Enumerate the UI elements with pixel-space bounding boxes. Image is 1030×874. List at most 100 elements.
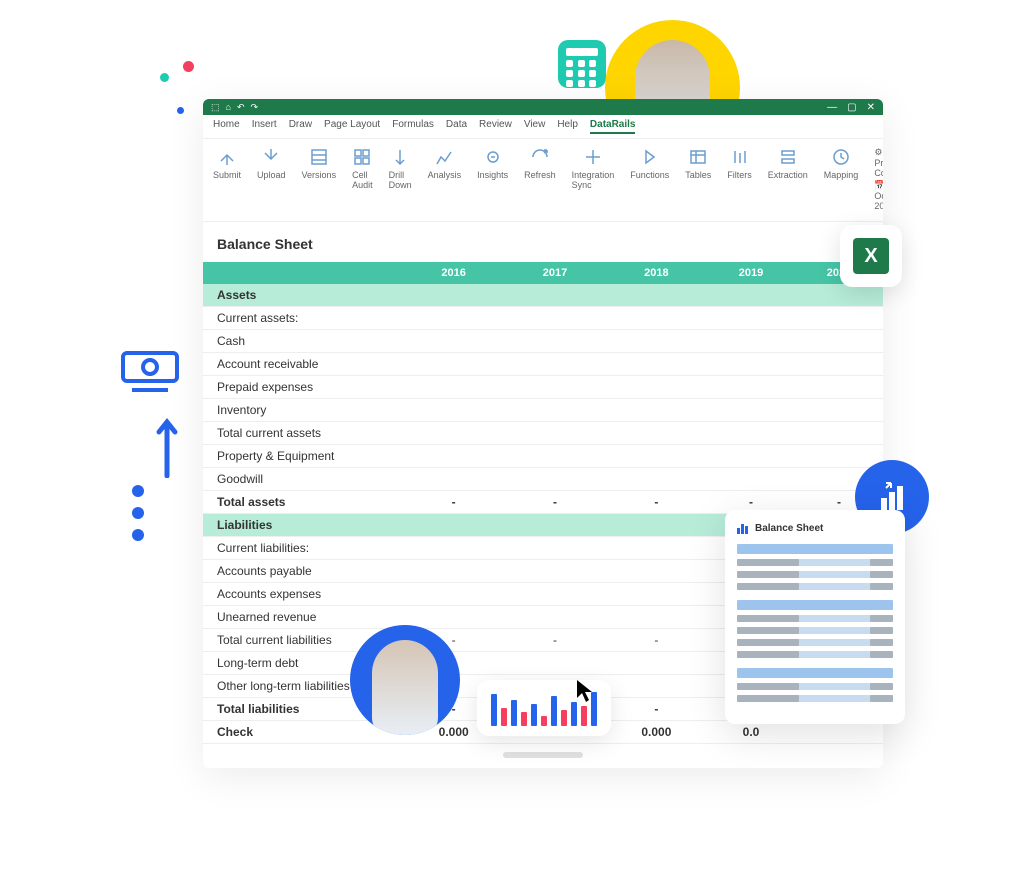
cell[interactable] (403, 560, 504, 583)
cell[interactable] (795, 353, 883, 376)
cell[interactable] (403, 583, 504, 606)
cell[interactable] (504, 353, 605, 376)
menu-home[interactable]: Home (213, 119, 240, 134)
cell[interactable] (707, 399, 795, 422)
cell[interactable] (606, 537, 707, 560)
table-row[interactable]: Current assets: (203, 307, 883, 330)
save-icon[interactable]: ⬚ (211, 102, 220, 113)
menu-review[interactable]: Review (479, 119, 512, 134)
table-row[interactable]: Goodwill (203, 468, 883, 491)
cell[interactable] (707, 307, 795, 330)
close-icon[interactable]: ✕ (867, 102, 875, 113)
table-row[interactable]: Account receivable (203, 353, 883, 376)
cell[interactable] (795, 445, 883, 468)
cell[interactable] (504, 284, 605, 307)
cell[interactable] (403, 353, 504, 376)
table-row[interactable]: Property & Equipment (203, 445, 883, 468)
cell[interactable] (606, 376, 707, 399)
cell[interactable] (707, 353, 795, 376)
ribbon-cell-audit[interactable]: Cell Audit (352, 147, 373, 213)
menu-view[interactable]: View (524, 119, 546, 134)
cell[interactable] (707, 330, 795, 353)
cell[interactable] (504, 583, 605, 606)
cell[interactable] (606, 422, 707, 445)
cell[interactable] (403, 284, 504, 307)
cell[interactable] (606, 652, 707, 675)
cell[interactable] (504, 468, 605, 491)
cell[interactable] (795, 284, 883, 307)
ribbon-mapping[interactable]: Mapping (824, 147, 859, 213)
cell[interactable] (504, 560, 605, 583)
table-row[interactable]: Cash (203, 330, 883, 353)
cell[interactable] (606, 353, 707, 376)
cell[interactable] (795, 399, 883, 422)
cell[interactable] (504, 445, 605, 468)
cell[interactable] (403, 399, 504, 422)
ribbon-functions[interactable]: Functions (630, 147, 669, 213)
cell[interactable] (504, 606, 605, 629)
cell[interactable] (606, 445, 707, 468)
ribbon-versions[interactable]: Versions (302, 147, 337, 213)
cell[interactable] (403, 537, 504, 560)
cell[interactable] (403, 422, 504, 445)
cell[interactable] (403, 468, 504, 491)
cell[interactable] (606, 606, 707, 629)
ribbon-filters[interactable]: Filters (727, 147, 752, 213)
cell[interactable] (606, 514, 707, 537)
cell[interactable] (606, 583, 707, 606)
cell[interactable] (795, 330, 883, 353)
ribbon-insights[interactable]: Insights (477, 147, 508, 213)
cell[interactable] (606, 468, 707, 491)
cell[interactable] (504, 376, 605, 399)
cell[interactable] (403, 307, 504, 330)
minimize-icon[interactable]: — (827, 102, 837, 113)
menu-help[interactable]: Help (557, 119, 578, 134)
ribbon-extraction[interactable]: Extraction (768, 147, 808, 213)
table-row[interactable]: Prepaid expenses (203, 376, 883, 399)
undo-icon[interactable]: ↶ (237, 102, 245, 113)
cell[interactable] (707, 284, 795, 307)
cell[interactable] (504, 537, 605, 560)
cell[interactable] (707, 376, 795, 399)
table-row[interactable]: Assets (203, 284, 883, 307)
cell[interactable] (504, 399, 605, 422)
ribbon-upload[interactable]: Upload (257, 147, 286, 213)
cell[interactable]: - (606, 629, 707, 652)
cell[interactable]: - (504, 491, 605, 514)
cell[interactable]: - (403, 491, 504, 514)
cell[interactable] (606, 399, 707, 422)
cell[interactable] (403, 445, 504, 468)
cell[interactable]: 0.000 (606, 721, 707, 744)
cell[interactable] (606, 307, 707, 330)
menu-datarails[interactable]: DataRails (590, 119, 636, 134)
cell[interactable] (403, 606, 504, 629)
cell[interactable] (403, 330, 504, 353)
menu-draw[interactable]: Draw (289, 119, 312, 134)
cell[interactable] (795, 422, 883, 445)
scrollbar[interactable] (503, 752, 583, 758)
cell[interactable] (606, 284, 707, 307)
cell[interactable] (606, 330, 707, 353)
ribbon-analysis[interactable]: Analysis (428, 147, 462, 213)
cell[interactable] (606, 560, 707, 583)
cell[interactable]: - (606, 698, 707, 721)
menu-data[interactable]: Data (446, 119, 467, 134)
ribbon-tables[interactable]: Tables (685, 147, 711, 213)
cell[interactable] (403, 376, 504, 399)
cell[interactable] (504, 330, 605, 353)
cell[interactable] (707, 468, 795, 491)
cell[interactable] (403, 514, 504, 537)
menu-formulas[interactable]: Formulas (392, 119, 434, 134)
table-row[interactable]: Total current assets (203, 422, 883, 445)
cell[interactable] (504, 514, 605, 537)
ribbon-integration-sync[interactable]: Integration Sync (572, 147, 615, 213)
menu-insert[interactable]: Insert (252, 119, 277, 134)
cell[interactable] (795, 376, 883, 399)
ribbon-drill-down[interactable]: Drill Down (389, 147, 412, 213)
cell[interactable] (707, 422, 795, 445)
cell[interactable] (504, 422, 605, 445)
maximize-icon[interactable]: ▢ (847, 102, 856, 113)
cell[interactable] (504, 652, 605, 675)
cell[interactable] (606, 675, 707, 698)
menu-page-layout[interactable]: Page Layout (324, 119, 380, 134)
